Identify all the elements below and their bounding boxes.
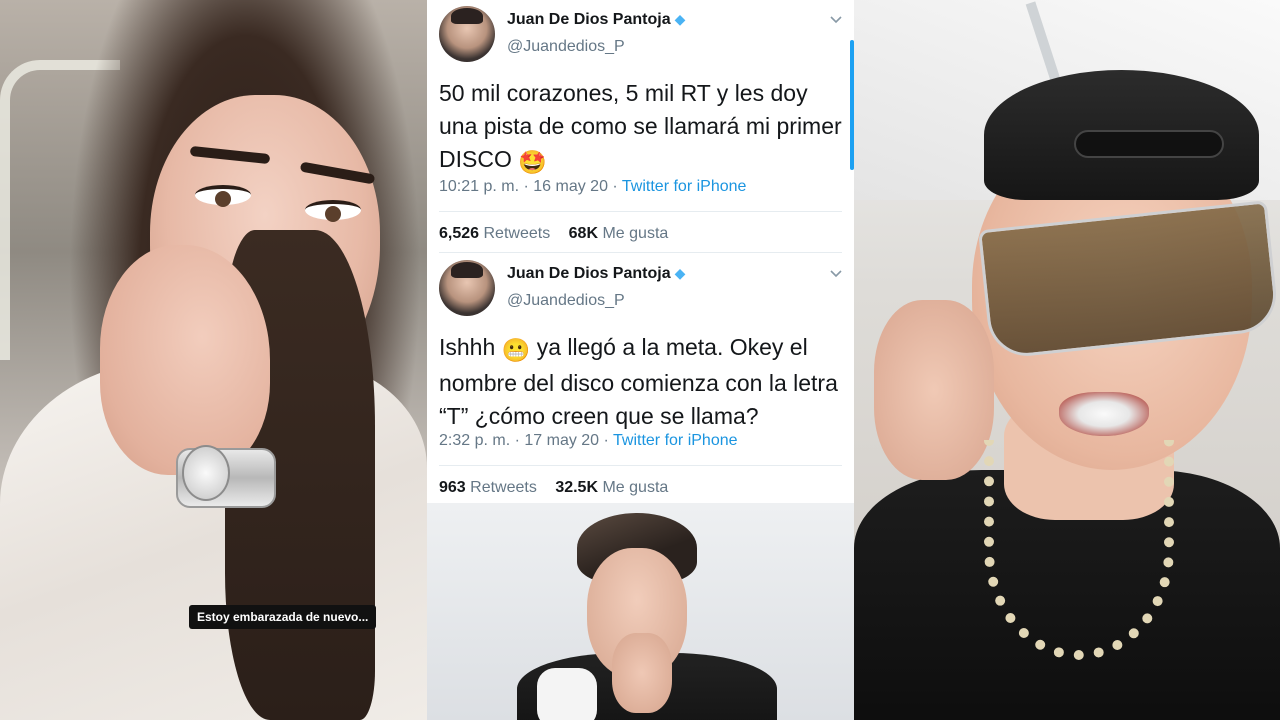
retweets-label[interactable]: Retweets: [484, 225, 551, 242]
verified-badge-icon: ◆: [674, 11, 686, 27]
grimacing-emoji-icon: 😬: [501, 337, 531, 363]
white-shirt: [537, 668, 597, 720]
likes-count[interactable]: 32.5K: [555, 479, 598, 496]
tweet-stats: 963 Retweets 32.5K Me gusta: [439, 479, 668, 497]
chevron-down-icon[interactable]: [830, 14, 842, 26]
right-eye: [305, 200, 361, 222]
divider: [439, 465, 842, 466]
right-photo-panel: [854, 0, 1280, 720]
avatar[interactable]: [439, 6, 495, 62]
cap-strap: [1074, 130, 1224, 158]
retweets-count[interactable]: 963: [439, 479, 466, 496]
divider: [439, 211, 842, 212]
avatar[interactable]: [439, 260, 495, 316]
divider: [439, 252, 842, 253]
likes-label[interactable]: Me gusta: [602, 479, 668, 496]
timestamp-text: 2:32 p. m. · 17 may 20 ·: [439, 432, 614, 449]
tweet-source-link[interactable]: Twitter for iPhone: [622, 178, 747, 195]
mouth: [1059, 392, 1149, 436]
user-handle[interactable]: @Juandedios_P: [507, 38, 625, 56]
user-handle[interactable]: @Juandedios_P: [507, 292, 625, 310]
likes-label[interactable]: Me gusta: [602, 225, 668, 242]
user-name[interactable]: Juan De Dios Pantoja ◆: [507, 11, 685, 29]
hand: [874, 300, 994, 480]
singer-photo: [427, 503, 854, 720]
left-photo-panel: Estoy embarazada de nuevo...: [0, 0, 427, 720]
tweet-timestamp: 10:21 p. m. · 16 may 20 · Twitter for iP…: [439, 178, 746, 196]
tweet-text: 50 mil corazones, 5 mil RT y les doy una…: [439, 77, 849, 179]
user-name[interactable]: Juan De Dios Pantoja ◆: [507, 265, 685, 283]
user-name-text[interactable]: Juan De Dios Pantoja: [507, 11, 671, 28]
retweets-label[interactable]: Retweets: [470, 479, 537, 496]
tweet-body: 50 mil corazones, 5 mil RT y les doy una…: [439, 80, 842, 172]
tweet-body-start: Ishhh: [439, 334, 496, 360]
likes-count[interactable]: 68K: [569, 225, 598, 242]
tweet-stats: 6,526 Retweets 68K Me gusta: [439, 225, 668, 243]
tweet-timestamp: 2:32 p. m. · 17 may 20 · Twitter for iPh…: [439, 432, 738, 450]
chevron-down-icon[interactable]: [830, 268, 842, 280]
star-struck-emoji-icon: 🤩: [518, 149, 547, 175]
timestamp-text: 10:21 p. m. · 16 may 20 ·: [439, 178, 622, 195]
gold-chain: [984, 440, 1174, 660]
tweet-text: Ishhh 😬 ya llegó a la meta. Okey el nomb…: [439, 331, 849, 433]
left-eye: [195, 185, 251, 207]
user-name-text[interactable]: Juan De Dios Pantoja: [507, 265, 671, 282]
verified-badge-icon: ◆: [674, 265, 686, 281]
hand-on-cheek: [100, 245, 270, 475]
story-caption: Estoy embarazada de nuevo...: [189, 605, 377, 629]
hand-on-chin: [612, 633, 672, 713]
watch-face: [182, 445, 230, 501]
tweet-body-end: ya llegó a la meta. Okey el nombre del d…: [439, 334, 838, 429]
tweets-panel: Juan De Dios Pantoja ◆ @Juandedios_P 50 m…: [427, 0, 854, 720]
retweets-count[interactable]: 6,526: [439, 225, 479, 242]
tweet-source-link[interactable]: Twitter for iPhone: [613, 432, 738, 449]
